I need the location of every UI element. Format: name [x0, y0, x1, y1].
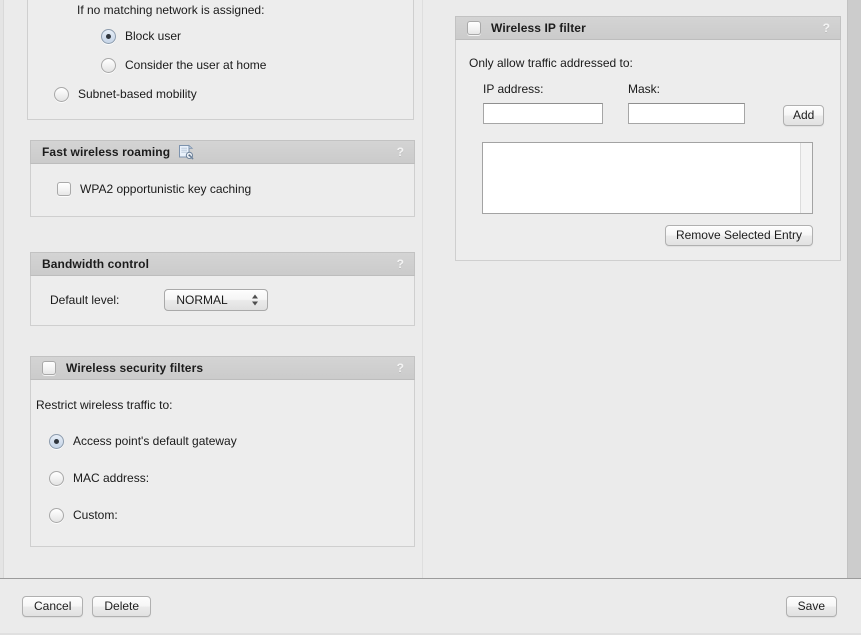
radio-custom-indicator[interactable] [49, 507, 64, 523]
ip-address-field-group: IP address: [483, 82, 603, 124]
default-level-row: Default level: NORMAL [31, 289, 414, 311]
delete-button[interactable]: Delete [92, 596, 152, 617]
ip-filter-intro-label: Only allow traffic addressed to: [469, 56, 633, 70]
certificate-document-icon [177, 144, 195, 161]
radio-mac-address-indicator[interactable] [49, 470, 64, 486]
radio-subnet-based-mobility-label: Subnet-based mobility [78, 87, 197, 101]
wireless-ip-filter-title: Wireless IP filter [491, 21, 586, 35]
wireless-ip-filter-header: Wireless IP filter ? [455, 16, 841, 40]
bandwidth-control-title: Bandwidth control [42, 257, 150, 271]
radio-default-gateway[interactable]: Access point's default gateway [31, 430, 414, 452]
radio-custom-label: Custom: [73, 508, 118, 522]
bandwidth-control-help-icon[interactable]: ? [397, 257, 404, 271]
settings-window: If no matching network is assigned: Bloc… [0, 0, 861, 635]
mask-field-group: Mask: [628, 82, 745, 124]
wireless-security-filters-help-icon[interactable]: ? [397, 361, 404, 375]
fast-roaming-body: WPA2 opportunistic key caching [30, 164, 415, 217]
mask-input[interactable] [628, 103, 745, 124]
restrict-traffic-label: Restrict wireless traffic to: [36, 398, 173, 412]
radio-block-user[interactable]: Block user [28, 25, 413, 47]
checkbox-wpa2-key-caching-box[interactable] [57, 182, 71, 196]
radio-consider-user-at-home-label: Consider the user at home [125, 58, 267, 72]
wireless-ip-filter-panel: Wireless IP filter ? Only allow traffic … [455, 16, 841, 261]
radio-block-user-indicator[interactable] [101, 28, 116, 44]
radio-mac-address-label: MAC address: [73, 471, 150, 485]
checkbox-wireless-security-filters[interactable] [42, 361, 56, 375]
stepper-arrows-icon [252, 294, 259, 307]
wireless-security-filters-title: Wireless security filters [66, 361, 204, 375]
radio-consider-user-at-home[interactable]: Consider the user at home [28, 54, 413, 76]
mobility-intro-label: If no matching network is assigned: [77, 3, 265, 17]
ip-filter-intro-row: Only allow traffic addressed to: [456, 56, 840, 70]
wireless-security-filters-body: Restrict wireless traffic to: Access poi… [30, 380, 415, 547]
checkbox-wpa2-key-caching[interactable]: WPA2 opportunistic key caching [31, 178, 414, 200]
cancel-button[interactable]: Cancel [22, 596, 84, 617]
checkbox-wireless-ip-filter[interactable] [467, 21, 481, 35]
radio-default-gateway-label: Access point's default gateway [73, 434, 237, 448]
restrict-traffic-row: Restrict wireless traffic to: [31, 398, 414, 412]
window-vertical-scrollbar[interactable] [847, 0, 861, 578]
remove-selected-entry-button[interactable]: Remove Selected Entry [664, 225, 813, 246]
checkbox-wpa2-key-caching-label: WPA2 opportunistic key caching [80, 182, 252, 196]
add-ip-filter-button[interactable]: Add [783, 105, 825, 126]
fast-roaming-header: Fast wireless roaming ? [30, 140, 415, 164]
bandwidth-control-body: Default level: NORMAL [30, 276, 415, 326]
save-button[interactable]: Save [785, 596, 837, 617]
scroll-content-area: If no matching network is assigned: Bloc… [4, 0, 848, 578]
fast-roaming-help-icon[interactable]: ? [397, 145, 404, 159]
radio-block-user-label: Block user [125, 29, 182, 43]
mask-label: Mask: [628, 82, 661, 96]
radio-mac-address[interactable]: MAC address: [31, 467, 414, 489]
ip-filter-listbox-scrollbar[interactable] [800, 143, 812, 213]
default-level-select[interactable]: NORMAL [164, 289, 269, 311]
radio-subnet-based-mobility-indicator[interactable] [54, 86, 69, 102]
ip-filter-entry-row: IP address: Mask: Add [456, 82, 840, 138]
fast-roaming-title: Fast wireless roaming [42, 145, 171, 159]
footer-toolbar: Cancel Delete Save [0, 578, 861, 635]
wireless-ip-filter-body: Only allow traffic addressed to: IP addr… [455, 40, 841, 261]
ip-address-label: IP address: [483, 82, 544, 96]
radio-custom[interactable]: Custom: [31, 504, 414, 526]
footer-right-actions: Save [785, 596, 837, 617]
fast-roaming-panel: Fast wireless roaming ? WPA2 opportunist… [30, 140, 415, 217]
wireless-security-filters-panel: Wireless security filters ? Restrict wir… [30, 356, 415, 547]
wireless-security-filters-header: Wireless security filters ? [30, 356, 415, 380]
wireless-ip-filter-help-icon[interactable]: ? [823, 21, 830, 35]
footer-left-actions: Cancel Delete [22, 596, 152, 617]
bandwidth-control-header: Bandwidth control ? [30, 252, 415, 276]
radio-consider-user-at-home-indicator[interactable] [101, 57, 116, 73]
mobility-intro-row: If no matching network is assigned: [28, 3, 413, 17]
column-divider [422, 0, 423, 578]
ip-address-input[interactable] [483, 103, 603, 124]
radio-subnet-based-mobility[interactable]: Subnet-based mobility [28, 83, 413, 105]
radio-default-gateway-indicator[interactable] [49, 433, 64, 449]
default-level-value: NORMAL [176, 293, 228, 307]
mobility-panel: If no matching network is assigned: Bloc… [27, 0, 414, 120]
ip-filter-entries-listbox[interactable] [482, 142, 813, 214]
ip-filter-actions-row: Remove Selected Entry [456, 225, 840, 246]
default-level-label: Default level: [50, 293, 120, 307]
bandwidth-control-panel: Bandwidth control ? Default level: NORMA… [30, 252, 415, 326]
